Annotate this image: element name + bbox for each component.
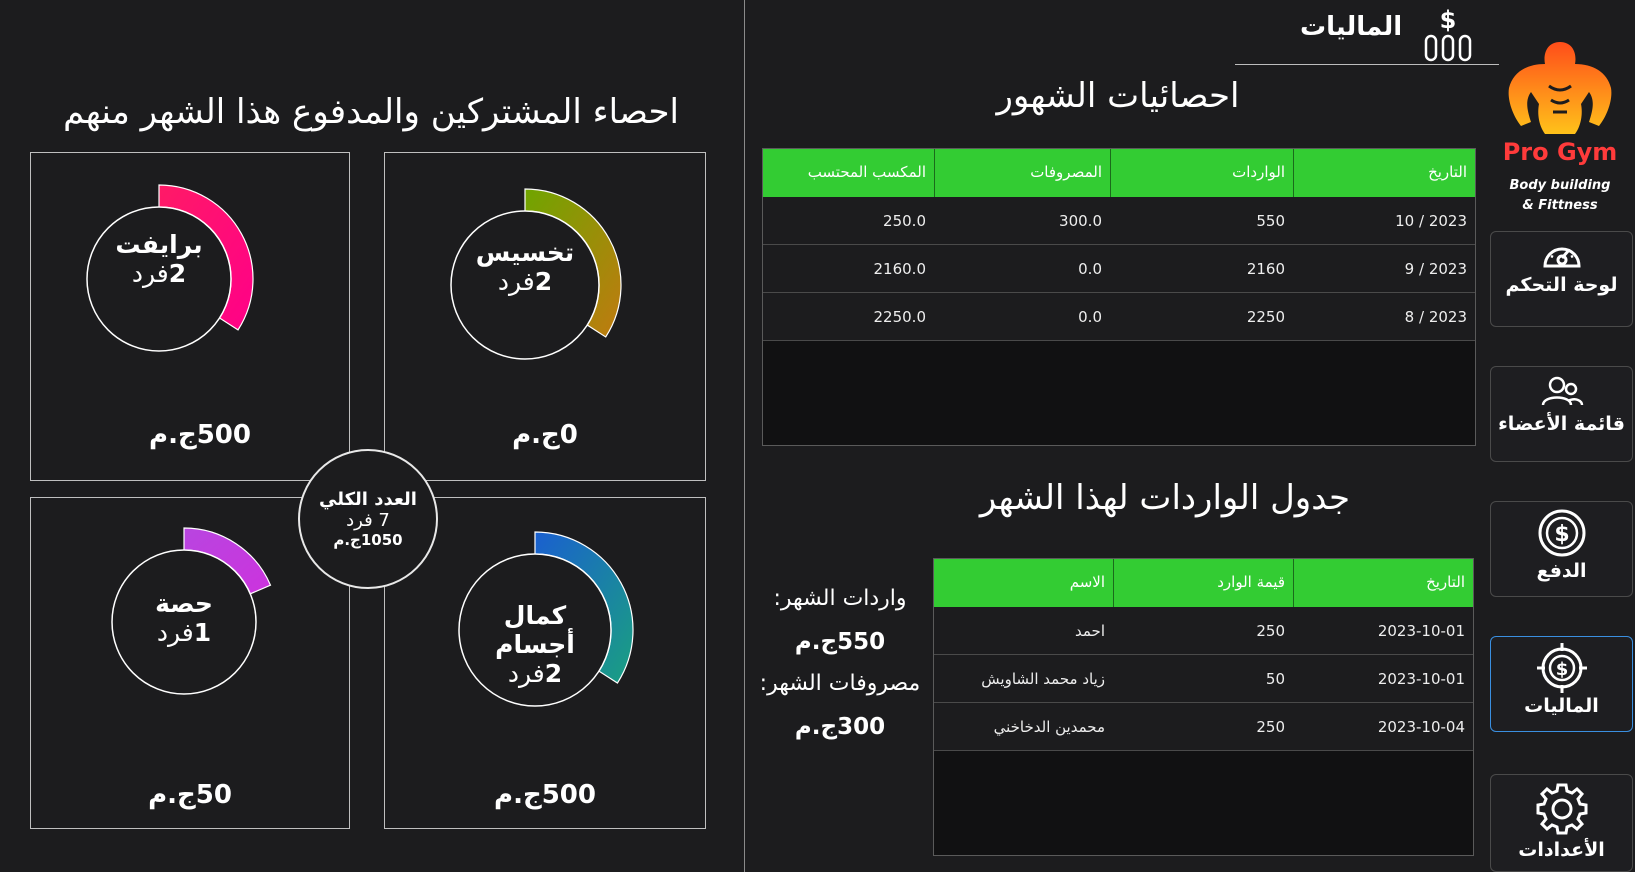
cell-amount: 250 xyxy=(1256,718,1285,736)
svg-text:$: $ xyxy=(1555,659,1568,680)
sidebar-item-label: قائمة الأعضاء xyxy=(1498,413,1625,435)
panel-divider xyxy=(744,0,745,872)
cell-date: 2023 / 9 xyxy=(1404,260,1467,278)
column-header-income[interactable]: الواردات xyxy=(1110,149,1293,197)
table-header: التاريخ الواردات المصروفات المكسب المحتس… xyxy=(763,149,1475,197)
income-summary-label: واردات الشهر: xyxy=(773,586,907,611)
table-row[interactable]: 2023-10-04 250 محمدين الدخاخني xyxy=(934,703,1473,751)
page-title: الماليات xyxy=(1300,12,1403,42)
category-card-weightloss: تخسيس 2فرد 0ج.م xyxy=(384,152,706,481)
cell-date: 2023 / 8 xyxy=(1404,308,1467,326)
category-card-private: برايفت 2فرد 500ج.م xyxy=(30,152,350,481)
stats-title: احصاء المشتركين والمدفوع هذا الشهر منهم xyxy=(63,92,679,132)
category-name-session: حصة xyxy=(155,589,213,618)
cell-date: 2023 / 10 xyxy=(1395,212,1467,230)
category-amount-private: 500ج.م xyxy=(149,420,251,450)
cell-name: محمدين الدخاخني xyxy=(993,718,1105,736)
cell-expenses: 300.0 xyxy=(1059,212,1102,230)
cell-expenses: 0.0 xyxy=(1078,260,1102,278)
category-count-weightloss: 2 xyxy=(534,266,553,296)
total-amount: 1050ج.م xyxy=(333,531,403,549)
column-header-date[interactable]: التاريخ xyxy=(1293,149,1475,197)
sidebar-item-payment[interactable]: $ الدفع xyxy=(1490,501,1633,597)
cell-income: 2250 xyxy=(1246,308,1285,326)
dollar-coin-icon: $ xyxy=(1538,509,1585,557)
cell-profit: 2250.0 xyxy=(873,308,927,326)
total-title: العدد الكلي xyxy=(319,489,417,510)
finance-target-icon: $ xyxy=(1536,643,1587,693)
monthly-stats-table[interactable]: التاريخ الواردات المصروفات المكسب المحتس… xyxy=(762,148,1476,446)
brand-tagline-line1: Body building xyxy=(1509,178,1611,193)
category-amount-session: 50ج.م xyxy=(148,780,232,810)
category-count-session: 1 xyxy=(193,617,212,647)
cell-date: 2023-10-04 xyxy=(1377,718,1465,736)
total-count: 7 فرد xyxy=(346,510,390,531)
sidebar-item-finance[interactable]: $ الماليات xyxy=(1490,636,1633,732)
cell-name: احمد xyxy=(1075,622,1105,640)
table-row[interactable]: 2023-10-01 250 احمد xyxy=(934,607,1473,655)
column-header-date[interactable]: التاريخ xyxy=(1293,559,1473,607)
column-header-amount[interactable]: قيمة الوارد xyxy=(1113,559,1293,607)
brand-tagline-line2: & Fittness xyxy=(1522,197,1598,213)
cell-profit: 2160.0 xyxy=(873,260,927,278)
category-name-private: برايفت xyxy=(115,230,203,259)
column-header-expenses[interactable]: المصروفات xyxy=(934,149,1110,197)
column-header-profit[interactable]: المكسب المحتسب xyxy=(763,149,934,197)
column-header-name[interactable]: الاسم xyxy=(934,559,1113,607)
sidebar-item-label: الدفع xyxy=(1536,560,1587,582)
cell-profit: 250.0 xyxy=(883,212,926,230)
category-unit-session: فرد xyxy=(156,617,194,647)
sidebar-item-settings[interactable]: الأعدادات xyxy=(1490,774,1633,872)
total-circle: العدد الكلي 7 فرد 1050ج.م xyxy=(298,449,438,589)
sidebar-item-members[interactable]: قائمة الأعضاء xyxy=(1490,366,1633,462)
sidebar-item-dashboard[interactable]: لوحة التحكم xyxy=(1490,231,1633,327)
finance-coins-icon: $ xyxy=(1424,6,1472,62)
category-name-bodybuilding: كمال أجسام xyxy=(495,601,575,659)
category-unit-weightloss: فرد xyxy=(497,266,535,296)
settings-gear-icon xyxy=(1536,783,1587,835)
title-underline xyxy=(1235,64,1499,65)
expenses-summary-value: 300ج.م xyxy=(794,714,886,740)
table-row[interactable]: 2023 / 10 550 300.0 250.0 xyxy=(763,197,1475,245)
table-row[interactable]: 2023-10-01 50 زياد محمد الشاويش xyxy=(934,655,1473,703)
income-table-title: جدول الواردات لهذا الشهر xyxy=(979,478,1351,518)
category-unit-bodybuilding: فرد xyxy=(507,658,545,688)
svg-text:$: $ xyxy=(1554,522,1569,547)
brand-name: Pro Gym xyxy=(1502,138,1618,166)
cell-amount: 250 xyxy=(1256,622,1285,640)
gym-logo xyxy=(1508,42,1612,134)
cell-date: 2023-10-01 xyxy=(1377,670,1465,688)
cell-expenses: 0.0 xyxy=(1078,308,1102,326)
cell-amount: 50 xyxy=(1265,670,1285,688)
category-unit-private: فرد xyxy=(131,258,169,288)
income-summary-value: 550ج.م xyxy=(794,629,886,655)
category-count-private: 2 xyxy=(168,258,187,288)
income-table[interactable]: التاريخ قيمة الوارد الاسم 2023-10-01 250… xyxy=(933,558,1474,856)
cell-date: 2023-10-01 xyxy=(1377,622,1465,640)
monthly-summary: واردات الشهر: 550ج.م مصروفات الشهر: 300ج… xyxy=(754,586,926,740)
monthly-stats-title: احصائيات الشهور xyxy=(996,76,1240,116)
cell-income: 550 xyxy=(1256,212,1285,230)
cell-income: 2160 xyxy=(1246,260,1285,278)
members-icon xyxy=(1541,376,1583,406)
sidebar-item-label: الأعدادات xyxy=(1518,839,1605,861)
category-amount-weightloss: 0ج.م xyxy=(512,420,578,450)
table-row[interactable]: 2023 / 8 2250 0.0 2250.0 xyxy=(763,293,1475,341)
sidebar-item-label: الماليات xyxy=(1524,695,1599,717)
svg-text:$: $ xyxy=(1440,6,1457,34)
category-name-weightloss: تخسيس xyxy=(475,238,575,267)
brand-tagline: Body building & Fittness xyxy=(1500,176,1620,215)
cell-name: زياد محمد الشاويش xyxy=(981,670,1105,688)
expenses-summary-label: مصروفات الشهر: xyxy=(759,671,921,696)
dashboard-gauge-icon xyxy=(1542,247,1581,268)
sidebar-item-label: لوحة التحكم xyxy=(1505,274,1618,296)
category-count-bodybuilding: 2 xyxy=(544,658,563,688)
table-row[interactable]: 2023 / 9 2160 0.0 2160.0 xyxy=(763,245,1475,293)
table-header: التاريخ قيمة الوارد الاسم xyxy=(934,559,1473,607)
category-amount-bodybuilding: 500ج.م xyxy=(494,780,596,810)
